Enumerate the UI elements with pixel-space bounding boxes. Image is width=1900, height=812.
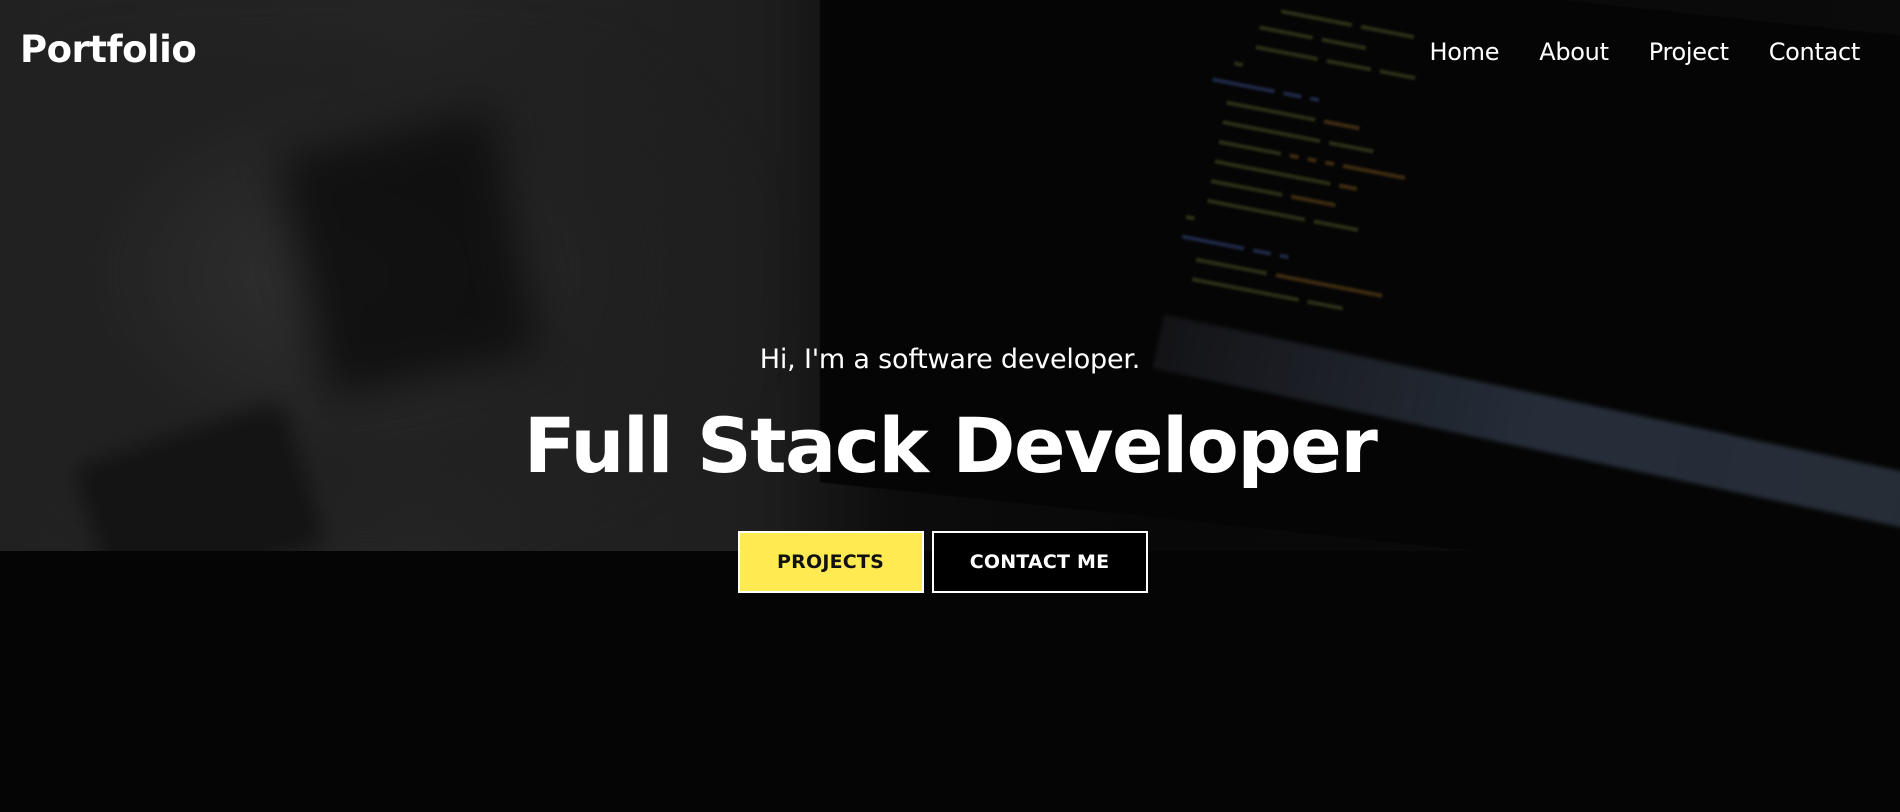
nav-link-about[interactable]: About (1539, 38, 1609, 66)
projects-button[interactable]: PROJECTS (737, 531, 924, 593)
hero-buttons: PROJECTS CONTACT ME (0, 531, 1900, 593)
nav-link-home[interactable]: Home (1430, 38, 1500, 66)
portfolio-page: ▬▬▬▬▬▬▬▬ ▬▬▬▬▬▬ ▬▬▬▬▬▬ ▬▬▬▬▬ ▬▬▬▬▬▬▬ ▬▬▬… (0, 0, 1900, 812)
nav-link-project[interactable]: Project (1649, 38, 1729, 66)
nav-links: Home About Project Contact (1430, 38, 1861, 66)
brand-logo[interactable]: Portfolio (20, 28, 197, 71)
top-navigation: Portfolio Home About Project Contact (0, 0, 1900, 110)
hero-title: Full Stack Developer (523, 401, 1378, 490)
nav-link-contact[interactable]: Contact (1769, 38, 1861, 66)
contact-me-button[interactable]: CONTACT ME (931, 531, 1148, 593)
hero-subtitle: Hi, I'm a software developer. (759, 344, 1141, 375)
